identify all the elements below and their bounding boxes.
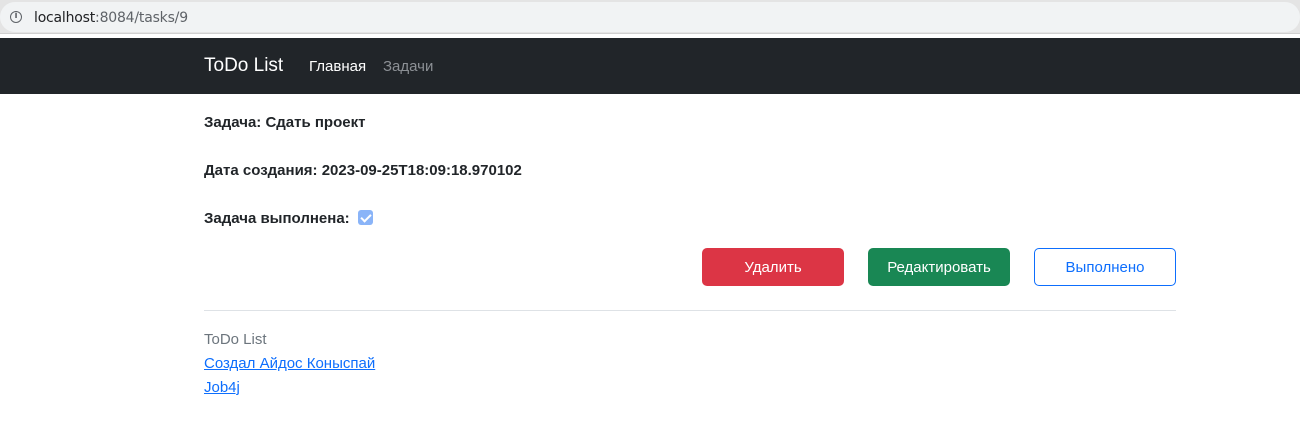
edit-button[interactable]: Редактировать [868,248,1010,286]
browser-address-bar: i localhost:8084/tasks/9 [0,0,1300,34]
footer-author-link[interactable]: Создал Айдос Коныспай [204,355,375,372]
url-host: localhost [34,10,96,26]
navbar: ToDo List Главная Задачи [0,38,1300,94]
task-created-date: Дата создания: 2023-09-25T18:09:18.97010… [204,162,522,179]
task-done-checkbox[interactable] [357,210,373,225]
url-field[interactable]: i localhost:8084/tasks/9 [0,2,1300,32]
info-icon[interactable]: i [10,11,22,23]
nav-link-home[interactable]: Главная [309,58,366,75]
task-done-row: Задача выполнена: [204,210,373,227]
mark-done-button[interactable]: Выполнено [1034,248,1176,286]
footer-divider [204,310,1176,311]
footer-title: ToDo List [204,331,267,348]
task-title: Задача: Сдать проект [204,114,366,131]
nav-link-tasks[interactable]: Задачи [383,58,433,75]
url-path: :8084/tasks/9 [95,10,188,26]
navbar-brand[interactable]: ToDo List [204,55,283,77]
url-text[interactable]: localhost:8084/tasks/9 [34,10,188,26]
footer-job4j-link[interactable]: Job4j [204,379,240,396]
task-done-label: Задача выполнена: [204,210,350,227]
delete-button[interactable]: Удалить [702,248,844,286]
